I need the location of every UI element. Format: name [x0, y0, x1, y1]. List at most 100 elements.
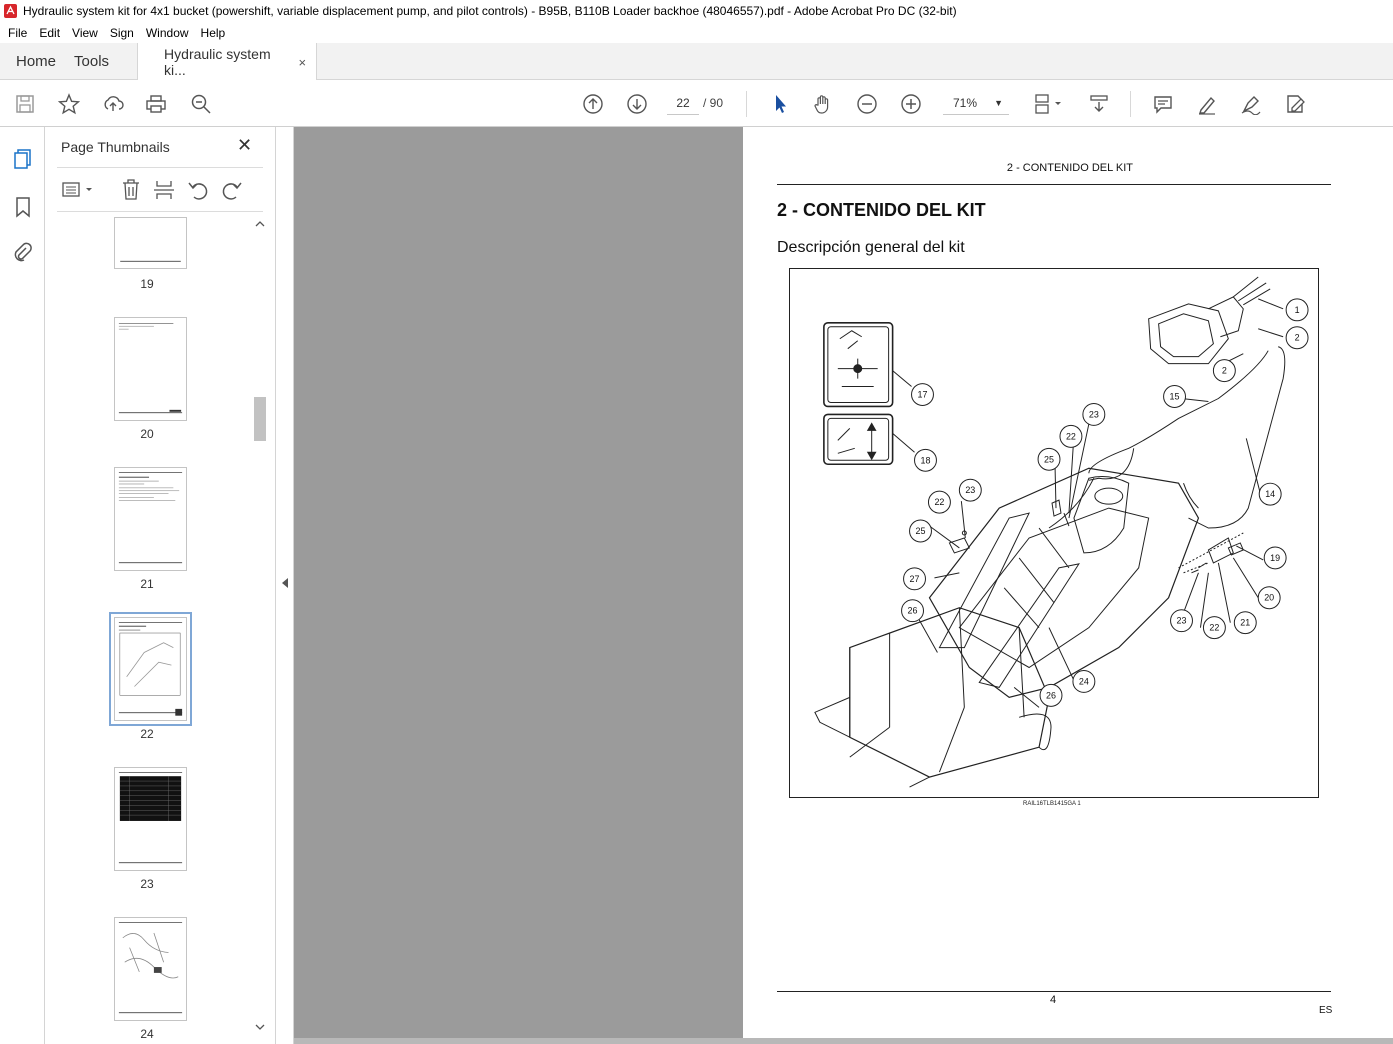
- scrollbar-thumb[interactable]: [254, 397, 266, 441]
- svg-text:24: 24: [1079, 676, 1089, 686]
- collapse-panel-icon[interactable]: [281, 577, 289, 589]
- kit-diagram: 1 2 2 15 14 17 18 23 22 25 22 23 25 27 2…: [789, 268, 1319, 798]
- footer-rule: [777, 991, 1331, 992]
- page-number: 4: [1049, 994, 1057, 1006]
- comment-icon[interactable]: [1150, 91, 1176, 117]
- thumbnail-label: 23: [140, 877, 154, 891]
- panel-splitter[interactable]: [276, 127, 294, 1044]
- thumbnail-page[interactable]: [114, 317, 187, 421]
- thumbnail-label: 21: [140, 577, 154, 591]
- menu-window[interactable]: Window: [140, 26, 195, 40]
- thumbnail-page-selected[interactable]: [109, 612, 192, 726]
- rotate-right-icon[interactable]: [220, 178, 244, 202]
- insert-page-icon[interactable]: [152, 178, 176, 202]
- delete-page-icon[interactable]: [119, 178, 143, 202]
- horizontal-scrollbar[interactable]: [294, 1038, 1393, 1044]
- svg-text:22: 22: [1066, 431, 1076, 441]
- thumbnail-label: 24: [140, 1027, 154, 1039]
- highlight-pen-icon[interactable]: [1194, 91, 1220, 117]
- menu-sign[interactable]: Sign: [104, 26, 140, 40]
- tab-tools[interactable]: Tools: [68, 43, 137, 79]
- page-thumbnails-icon[interactable]: [11, 147, 35, 171]
- zoom-level-dropdown[interactable]: 71% ▼: [943, 91, 1009, 115]
- attachment-icon[interactable]: [11, 241, 35, 265]
- tab-document[interactable]: Hydraulic system ki... ×: [137, 43, 318, 81]
- rotate-left-icon[interactable]: [186, 178, 210, 202]
- print-icon[interactable]: [143, 91, 169, 117]
- svg-text:1: 1: [1295, 305, 1300, 315]
- window-titlebar: Hydraulic system kit for 4x1 bucket (pow…: [0, 0, 1393, 22]
- bookmark-icon[interactable]: [11, 195, 35, 219]
- page-header: 2 - CONTENIDO DEL KIT: [1006, 162, 1133, 174]
- tab-document-label: Hydraulic system ki...: [164, 46, 271, 78]
- header-rule: [777, 184, 1331, 185]
- panel-divider: [57, 211, 263, 212]
- svg-text:15: 15: [1170, 392, 1180, 402]
- menu-edit[interactable]: Edit: [33, 26, 66, 40]
- menu-bar: File Edit View Sign Window Help: [0, 22, 1393, 43]
- chevron-down-icon: ▼: [994, 98, 1003, 108]
- svg-text:21: 21: [1240, 618, 1250, 628]
- scrolling-mode-icon[interactable]: [1086, 91, 1112, 117]
- page-subheading: Descripción general del kit: [777, 239, 965, 256]
- edit-pdf-icon[interactable]: [1282, 91, 1308, 117]
- acrobat-app-icon: [4, 4, 17, 18]
- document-page: 2 - CONTENIDO DEL KIT 2 - CONTENIDO DEL …: [743, 127, 1393, 1041]
- tab-bar: Home Tools Hydraulic system ki... ×: [0, 43, 1393, 81]
- thumbnail-label: 19: [140, 277, 154, 291]
- select-cursor-icon[interactable]: [767, 91, 793, 117]
- svg-text:20: 20: [1264, 593, 1274, 603]
- svg-text:25: 25: [916, 526, 926, 536]
- previous-page-icon[interactable]: [580, 91, 606, 117]
- svg-text:27: 27: [910, 574, 920, 584]
- svg-text:2: 2: [1295, 333, 1300, 343]
- page-number-input[interactable]: 22: [667, 91, 699, 115]
- svg-text:23: 23: [1177, 616, 1187, 626]
- panel-divider: [57, 167, 263, 168]
- zoom-search-icon[interactable]: [188, 91, 214, 117]
- thumbnail-options-icon[interactable]: [61, 178, 95, 202]
- thumbnail-page[interactable]: [114, 467, 187, 571]
- panel-close-button[interactable]: ✕: [237, 135, 252, 156]
- upload-icon[interactable]: [100, 91, 126, 117]
- svg-text:25: 25: [1044, 454, 1054, 464]
- scroll-up-icon: [255, 221, 265, 227]
- thumbnail-page[interactable]: [114, 217, 187, 269]
- hand-tool-icon[interactable]: [810, 91, 836, 117]
- thumbnail-scrollbar[interactable]: [253, 217, 267, 1037]
- save-icon[interactable]: [12, 91, 38, 117]
- figure-code: RAIL16TLB1415GA 1: [1023, 801, 1081, 807]
- svg-text:17: 17: [918, 390, 928, 400]
- sign-pen-icon[interactable]: [1238, 91, 1264, 117]
- menu-file[interactable]: File: [2, 26, 33, 40]
- zoom-level-value: 71%: [953, 96, 978, 110]
- svg-text:23: 23: [1089, 409, 1099, 419]
- thumbnail-page[interactable]: [114, 917, 187, 1021]
- menu-view[interactable]: View: [66, 26, 104, 40]
- language-code: ES: [1319, 1005, 1333, 1016]
- tab-close-button[interactable]: ×: [298, 55, 306, 70]
- panel-title: Page Thumbnails: [61, 139, 170, 155]
- thumbnail-label: 22: [140, 727, 154, 741]
- menu-help[interactable]: Help: [195, 26, 232, 40]
- page-layout-icon[interactable]: [1030, 91, 1066, 117]
- star-icon[interactable]: [56, 91, 82, 117]
- thumbnail-list: 19 20 21 22 23 24: [57, 217, 253, 1039]
- svg-text:26: 26: [1046, 690, 1056, 700]
- svg-text:26: 26: [908, 606, 918, 616]
- page-total: / 90: [703, 96, 724, 110]
- svg-text:2: 2: [1222, 366, 1227, 376]
- toolbar-divider: [746, 91, 747, 117]
- svg-text:14: 14: [1265, 489, 1275, 499]
- zoom-out-icon[interactable]: [854, 91, 880, 117]
- next-page-icon[interactable]: [624, 91, 650, 117]
- svg-text:22: 22: [1209, 623, 1219, 633]
- tab-home[interactable]: Home: [0, 43, 68, 79]
- zoom-in-icon[interactable]: [898, 91, 924, 117]
- svg-text:22: 22: [934, 497, 944, 507]
- callout-numbers: 1 2 2 15 14 17 18 23 22 25 22 23 25 27 2…: [908, 305, 1300, 701]
- thumbnails-panel: Page Thumbnails ✕ 19 20 21 22 23 24: [45, 127, 276, 1044]
- svg-text:19: 19: [1270, 553, 1280, 563]
- thumbnail-page[interactable]: [114, 767, 187, 871]
- svg-text:18: 18: [921, 455, 931, 465]
